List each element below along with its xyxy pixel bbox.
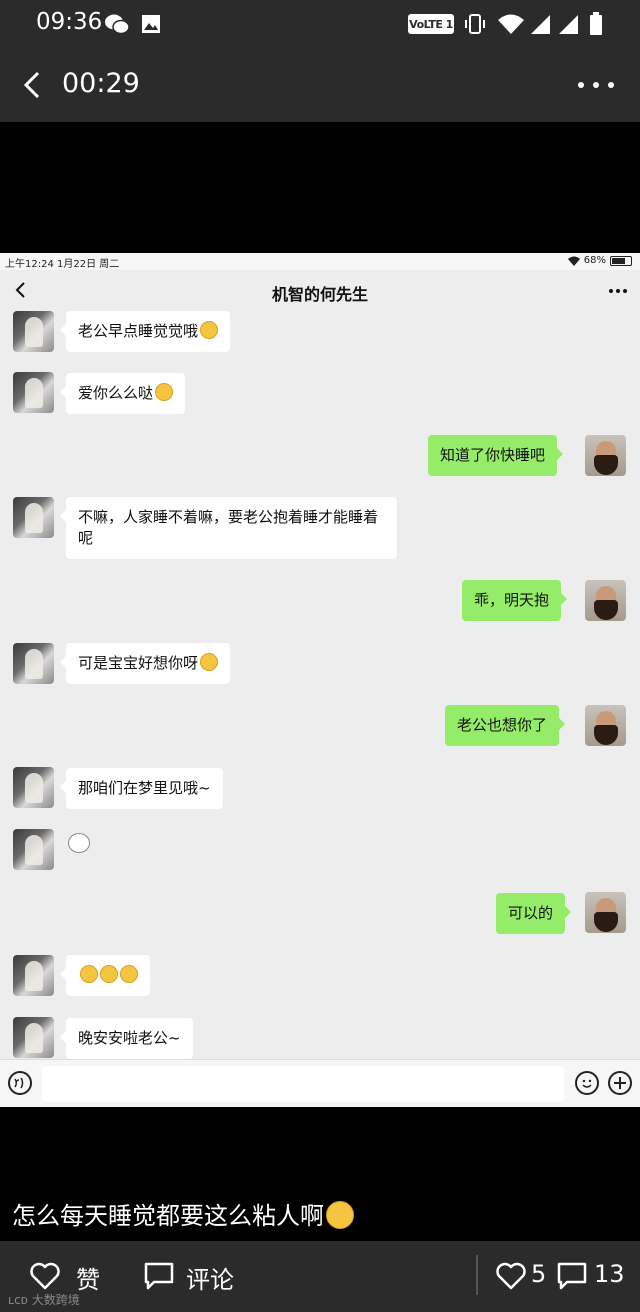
avatar[interactable] <box>585 580 626 621</box>
kiss-emoji <box>155 383 174 401</box>
laugh-emoji <box>326 1201 354 1229</box>
more-options-icon[interactable] <box>578 72 614 98</box>
avatar[interactable] <box>585 705 626 746</box>
image-icon <box>140 12 162 36</box>
message-bubble: 可是宝宝好想你呀 <box>59 643 231 684</box>
kiss-emoji <box>80 965 98 983</box>
comment-label: 评论 <box>186 1266 234 1294</box>
message-bubble: 不嘛，人家睡不着嘛，要老公抱着睡才能睡着呢 <box>60 497 397 559</box>
battery-icon <box>588 12 604 36</box>
watermark-logo-icon: ʟᴄᴅ <box>8 1293 32 1307</box>
comment-icon <box>557 1262 587 1290</box>
divider <box>476 1255 478 1295</box>
message-bubble: 可以的 <box>496 893 572 934</box>
status-time: 09:36 <box>36 9 103 35</box>
voice-icon[interactable] <box>8 1071 32 1095</box>
message-bubble <box>60 955 150 996</box>
message-bubble: 老公早点睡觉觉哦 <box>59 311 231 352</box>
volte-badge: VoLTE 1 <box>408 14 454 34</box>
vibrate-icon <box>464 12 486 36</box>
avatar[interactable] <box>13 955 54 996</box>
avatar[interactable] <box>13 767 54 808</box>
message-bubble: 乖，明天抱 <box>462 580 568 621</box>
emoji-icon[interactable] <box>575 1071 599 1095</box>
message-input[interactable] <box>42 1066 564 1102</box>
watermark: ʟᴄᴅ 大数跨境 <box>8 1293 80 1307</box>
video-timestamp: 00:29 <box>62 68 140 99</box>
chat-nav: 机智的何先生 <box>0 270 640 312</box>
avatar[interactable] <box>585 435 626 476</box>
inner-status-time: 上午12:24 1月22日 周二 <box>5 259 120 270</box>
inner-status-bar: 上午12:24 1月22日 周二 68% <box>0 253 640 270</box>
more-options-icon[interactable] <box>609 289 627 293</box>
plus-icon[interactable] <box>608 1071 632 1095</box>
back-chevron-icon[interactable] <box>18 70 48 100</box>
avatar[interactable] <box>13 643 54 684</box>
wifi-icon <box>496 12 526 36</box>
kiss-emoji <box>120 965 138 983</box>
message-bubble: 知道了你快睡吧 <box>428 435 564 476</box>
avatar[interactable] <box>13 1017 54 1058</box>
message-bubble: 爱你么么哒 <box>59 373 186 414</box>
like-count: 5 <box>531 1260 547 1288</box>
avatar[interactable] <box>13 372 54 413</box>
avatar[interactable] <box>13 829 54 870</box>
sad-emoji <box>200 653 219 671</box>
message-bubble: 那咱们在梦里见哦~ <box>60 768 223 809</box>
avatar[interactable] <box>13 497 54 538</box>
sticker-emoji <box>68 833 90 853</box>
comment-count: 13 <box>594 1260 625 1288</box>
kiss-emoji <box>100 965 118 983</box>
comment-icon <box>144 1262 174 1290</box>
wifi-icon <box>567 256 580 266</box>
post-caption: 怎么每天睡觉都要这么粘人啊 <box>12 1196 354 1231</box>
signal-icon <box>556 12 580 36</box>
message-bubble: 晚安安啦老公~ <box>60 1018 193 1059</box>
battery-icon <box>610 255 632 266</box>
avatar[interactable] <box>585 892 626 933</box>
battery-percent: 68% <box>583 255 606 266</box>
chat-title: 机智的何先生 <box>271 285 368 304</box>
message-bubble: 老公也想你了 <box>445 705 566 746</box>
like-label: 赞 <box>76 1266 100 1294</box>
wechat-icon <box>104 12 130 36</box>
heart-icon <box>496 1262 526 1290</box>
avatar[interactable] <box>13 311 54 352</box>
signal-icon <box>528 12 552 36</box>
chat-input-bar <box>0 1059 640 1107</box>
chat-screenshot: 上午12:24 1月22日 周二 68% 机智的何先生 老公早点睡觉觉哦 爱你么… <box>0 253 640 1107</box>
heart-icon <box>30 1262 60 1290</box>
smile-emoji <box>200 321 219 339</box>
